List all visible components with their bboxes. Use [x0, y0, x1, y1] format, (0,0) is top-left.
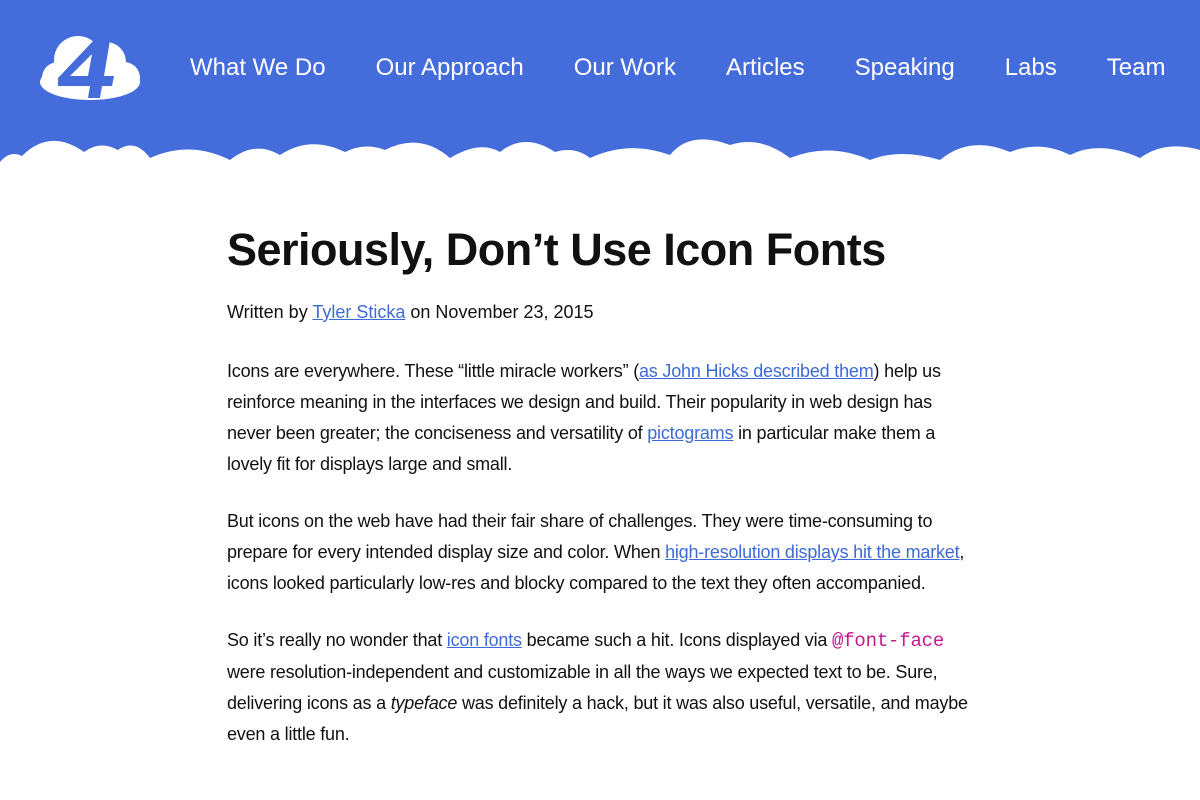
nav-item-team[interactable]: Team [1107, 48, 1166, 88]
byline-date: on November 23, 2015 [405, 302, 594, 322]
nav-item-our-work[interactable]: Our Work [574, 48, 676, 88]
icon-fonts-link[interactable]: icon fonts [447, 630, 522, 650]
site-header: What We Do Our Approach Our Work Article… [0, 0, 1200, 190]
article: Seriously, Don’t Use Icon Fonts Written … [227, 220, 977, 750]
font-face-code: @font-face [832, 630, 945, 652]
article-byline: Written by Tyler Sticka on November 23, … [227, 300, 977, 324]
pictograms-link[interactable]: pictograms [647, 423, 733, 443]
cloud-four-logo-icon[interactable] [38, 32, 142, 102]
byline-prefix: Written by [227, 302, 313, 322]
article-title: Seriously, Don’t Use Icon Fonts [227, 224, 886, 275]
typeface-emphasis: typeface [390, 693, 458, 713]
paragraph-1: Icons are everywhere. These “little mira… [227, 356, 977, 480]
header-cloud-banner [0, 0, 1200, 190]
nav-item-our-approach[interactable]: Our Approach [376, 48, 524, 88]
nav-item-speaking[interactable]: Speaking [855, 48, 955, 88]
paragraph-3-text-1: So it’s really no wonder that [227, 630, 447, 650]
nav-item-articles[interactable]: Articles [726, 48, 805, 88]
paragraph-3: So it’s really no wonder that icon fonts… [227, 625, 977, 750]
nav-item-labs[interactable]: Labs [1005, 48, 1057, 88]
john-hicks-link[interactable]: as John Hicks described them [639, 361, 874, 381]
paragraph-2: But icons on the web have had their fair… [227, 506, 977, 599]
author-link[interactable]: Tyler Sticka [312, 302, 405, 322]
high-resolution-displays-link[interactable]: high-resolution displays hit the market [665, 542, 960, 562]
main-navigation: What We Do Our Approach Our Work Article… [190, 48, 1165, 88]
paragraph-1-text-1: Icons are everywhere. These “little mira… [227, 361, 639, 381]
paragraph-3-text-2: became such a hit. Icons displayed via [521, 630, 833, 650]
nav-item-what-we-do[interactable]: What We Do [190, 48, 326, 88]
